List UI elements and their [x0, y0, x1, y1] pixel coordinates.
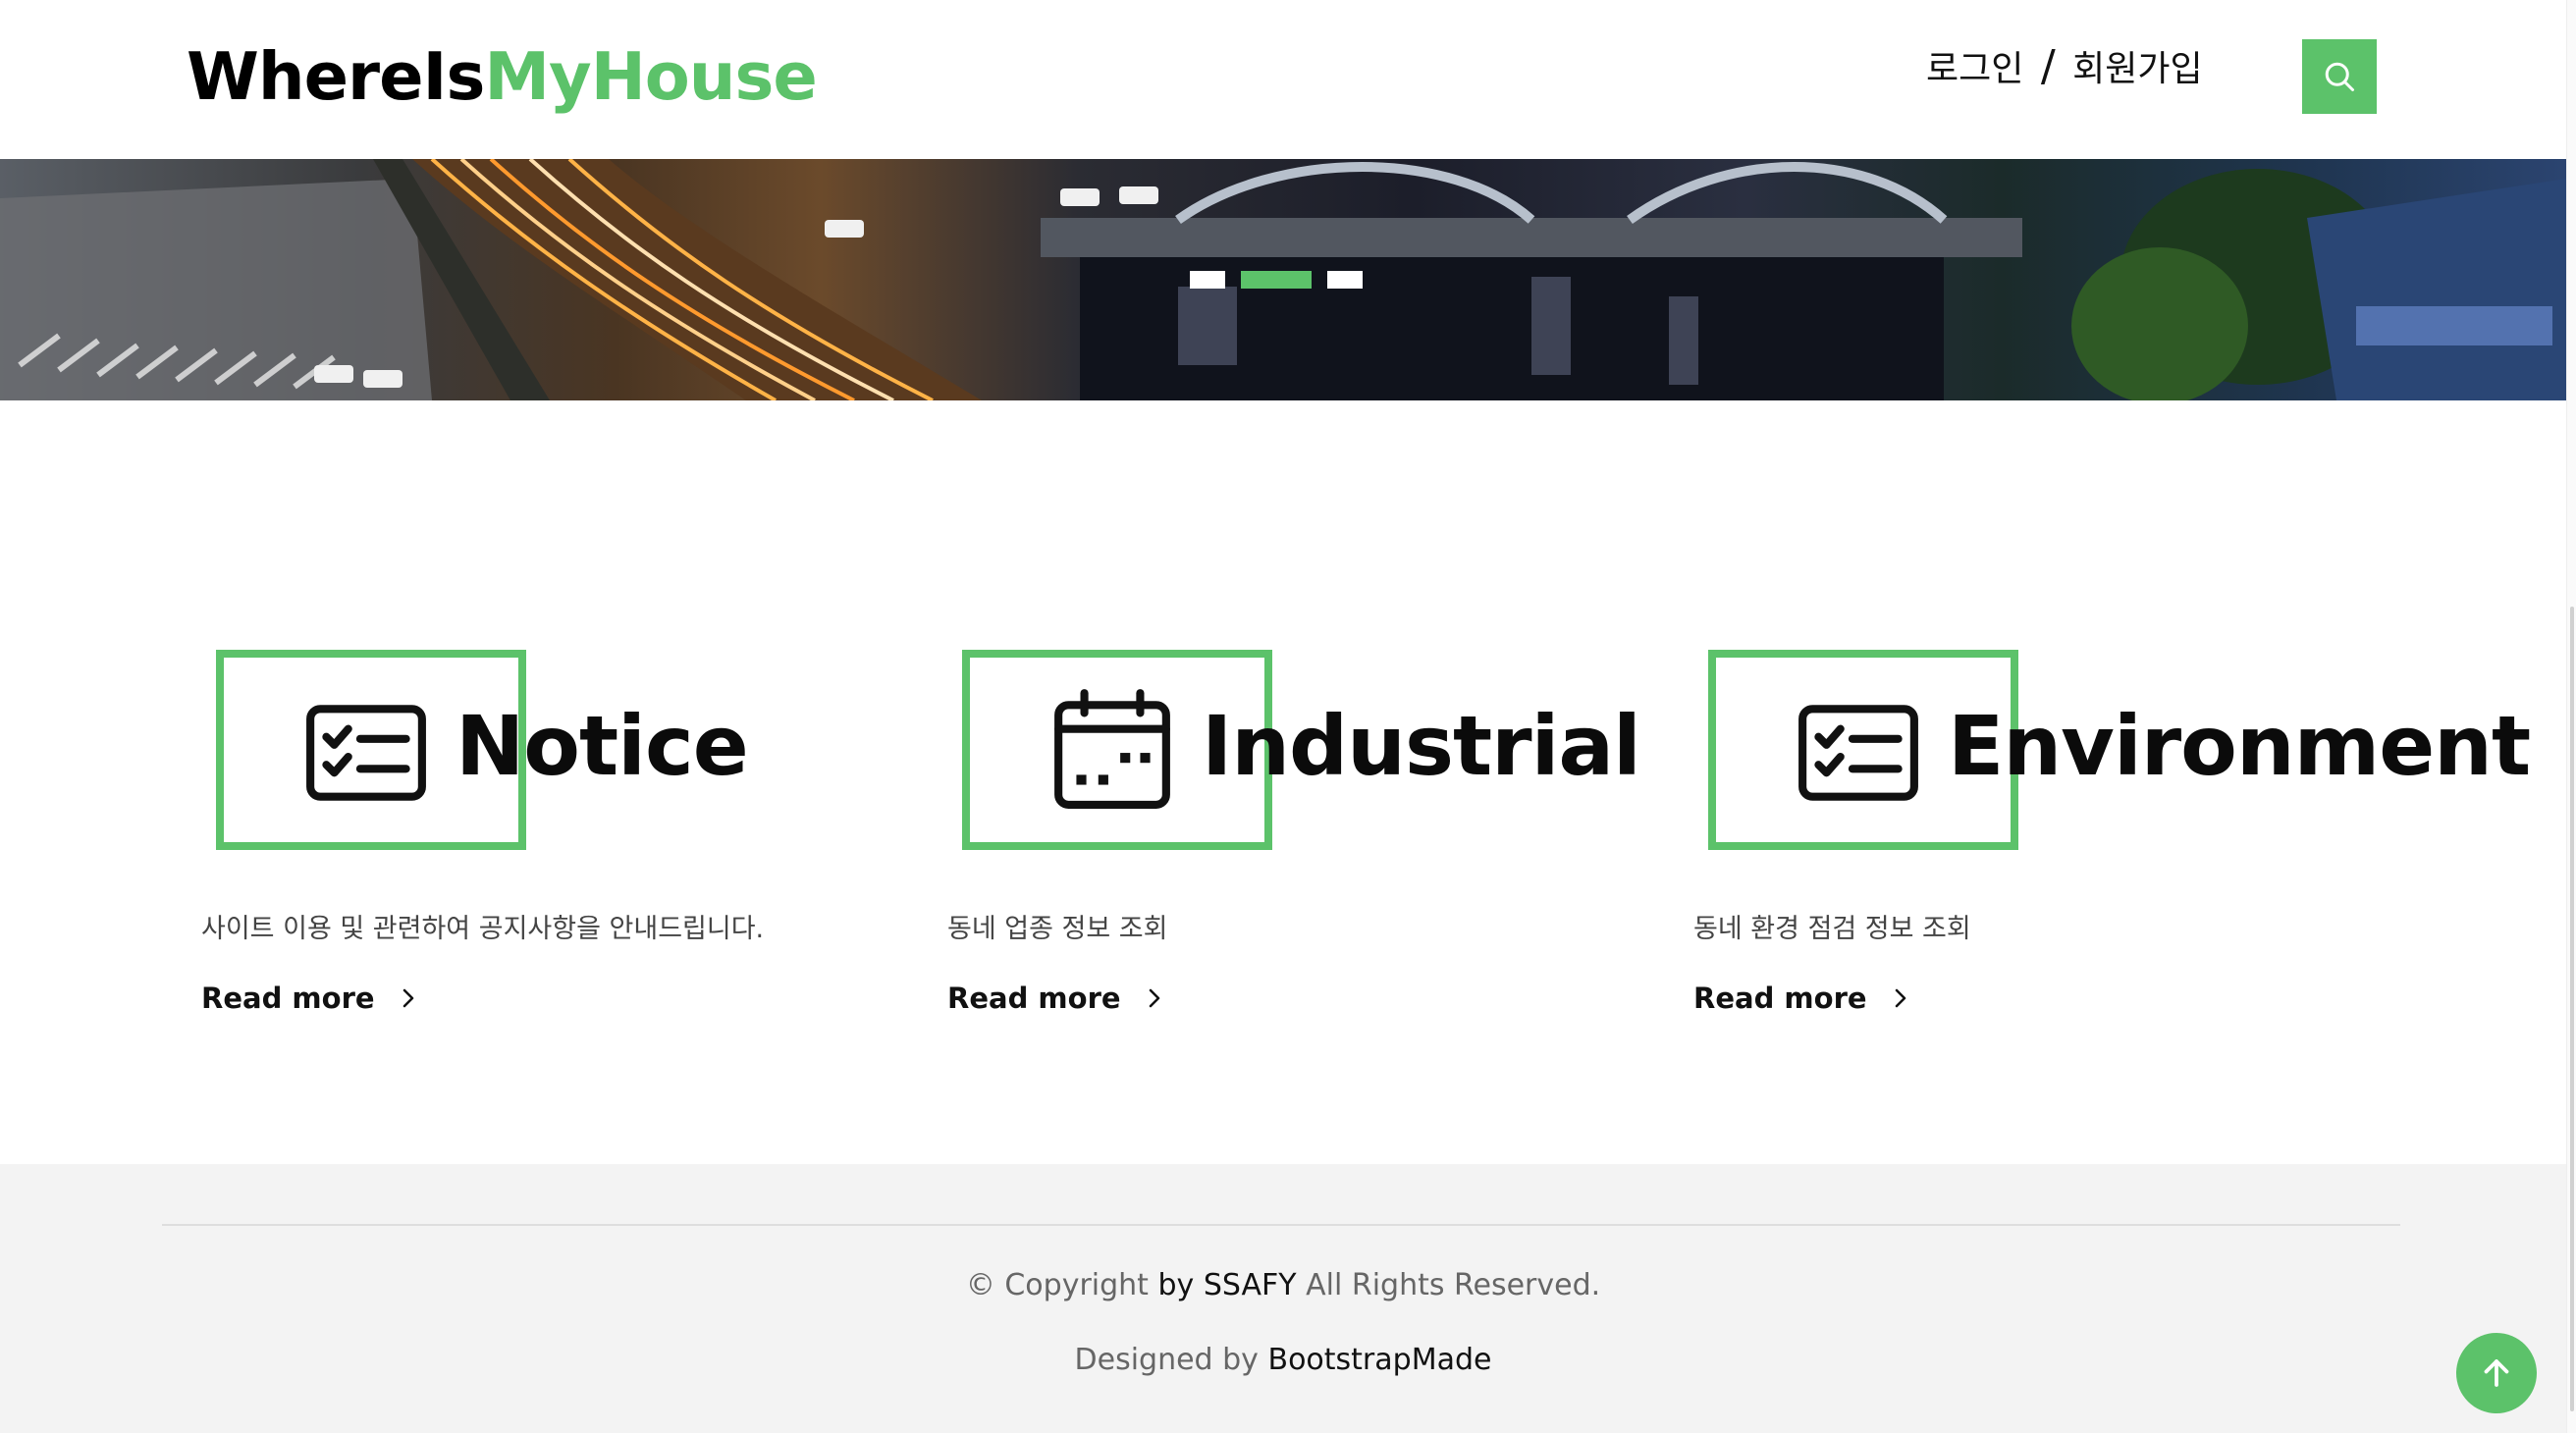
- search-icon: [2325, 62, 2354, 91]
- service-description: 동네 환경 점검 정보 조회: [1693, 914, 1971, 944]
- designer-link[interactable]: BootstrapMade: [1267, 1343, 1491, 1377]
- service-title: Environment: [1948, 698, 2531, 794]
- logo-text-primary: WhereIs: [187, 38, 485, 115]
- login-link[interactable]: 로그인: [1926, 49, 2023, 89]
- site-header: WhereIsMyHouse 로그인 / 회원가입: [0, 0, 2566, 159]
- read-more-label: Read more: [947, 982, 1121, 1015]
- copyright-prefix: © Copyright: [965, 1268, 1149, 1302]
- search-button[interactable]: [2302, 39, 2377, 114]
- service-title: Notice: [456, 698, 749, 794]
- footer-divider: [162, 1224, 2400, 1226]
- read-more-label: Read more: [1693, 982, 1867, 1015]
- designed-by-prefix: Designed by: [1074, 1343, 1259, 1377]
- copyright-suffix: All Rights Reserved.: [1306, 1268, 1601, 1302]
- chevron-right-icon: [402, 988, 413, 1008]
- site-footer: © Copyright by SSAFY All Rights Reserved…: [0, 1164, 2566, 1433]
- copyright-owner: by SSAFY: [1157, 1268, 1297, 1302]
- service-description: 사이트 이용 및 관련하여 공지사항을 안내드립니다.: [201, 914, 765, 944]
- read-more-link[interactable]: Read more: [947, 982, 1166, 1015]
- scrollbar-thumb[interactable]: [2570, 607, 2574, 1411]
- carousel-dot-1[interactable]: [1190, 271, 1225, 289]
- hero-carousel: [0, 159, 2566, 400]
- service-title: Industrial: [1202, 698, 1641, 794]
- read-more-link[interactable]: Read more: [1693, 982, 1912, 1015]
- service-description: 동네 업종 정보 조회: [947, 914, 1168, 944]
- credits-text: Designed by BootstrapMade: [0, 1343, 2566, 1377]
- carousel-dot-2[interactable]: [1241, 271, 1312, 289]
- read-more-label: Read more: [201, 982, 375, 1015]
- arrow-up-icon: [2484, 1359, 2509, 1387]
- checklist-icon: [1798, 705, 1918, 801]
- site-logo[interactable]: WhereIsMyHouse: [187, 35, 818, 118]
- copyright-text: © Copyright by SSAFY All Rights Reserved…: [0, 1268, 2566, 1302]
- signup-link[interactable]: 회원가입: [2072, 49, 2202, 89]
- auth-separator: /: [2040, 41, 2056, 91]
- logo-text-accent: MyHouse: [484, 38, 817, 115]
- chevron-right-icon: [1895, 988, 1905, 1008]
- calendar-icon: [1054, 689, 1170, 809]
- auth-links: 로그인 / 회원가입: [1926, 39, 2203, 97]
- read-more-link[interactable]: Read more: [201, 982, 420, 1015]
- chevron-right-icon: [1149, 988, 1159, 1008]
- checklist-icon: [306, 705, 426, 801]
- carousel-dot-3[interactable]: [1327, 271, 1363, 289]
- back-to-top-button[interactable]: [2456, 1333, 2537, 1413]
